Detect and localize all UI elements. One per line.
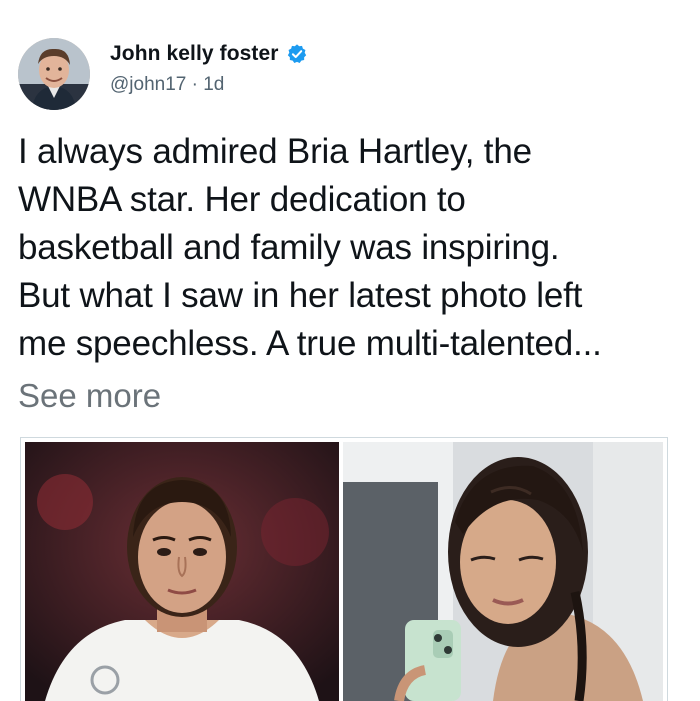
tweet-timestamp[interactable]: 1d [203, 74, 224, 95]
basketball-player-photo-icon [25, 442, 339, 701]
tweet-text-line: basketball and family was inspiring. [18, 228, 560, 267]
tweet-text-line: me speechless. A true multi-talented... [18, 324, 602, 363]
tweet-text: I always admired Bria Hartley, the WNBA … [18, 128, 686, 368]
media-image-left[interactable] [25, 442, 339, 701]
selfie-photo-icon [343, 442, 663, 701]
tweet-media[interactable] [20, 437, 668, 701]
author-display-name[interactable]: John kelly foster [110, 42, 279, 66]
author-meta: @john17 · 1d [110, 74, 224, 96]
profile-photo-icon [18, 38, 90, 110]
meta-separator: · [191, 74, 198, 95]
author-name-row: John kelly foster [110, 42, 308, 66]
tweet-header: John kelly foster @john17 · 1d [18, 38, 678, 114]
author-handle[interactable]: @john17 [110, 74, 186, 95]
tweet-text-line: WNBA star. Her dedication to [18, 180, 466, 219]
tweet-text-line: I always admired Bria Hartley, the [18, 132, 532, 171]
media-image-right[interactable] [343, 442, 663, 701]
avatar[interactable] [18, 38, 90, 110]
tweet-text-line: But what I saw in her latest photo left [18, 276, 583, 315]
see-more-link[interactable]: See more [18, 372, 161, 420]
verified-badge-icon [286, 43, 308, 65]
